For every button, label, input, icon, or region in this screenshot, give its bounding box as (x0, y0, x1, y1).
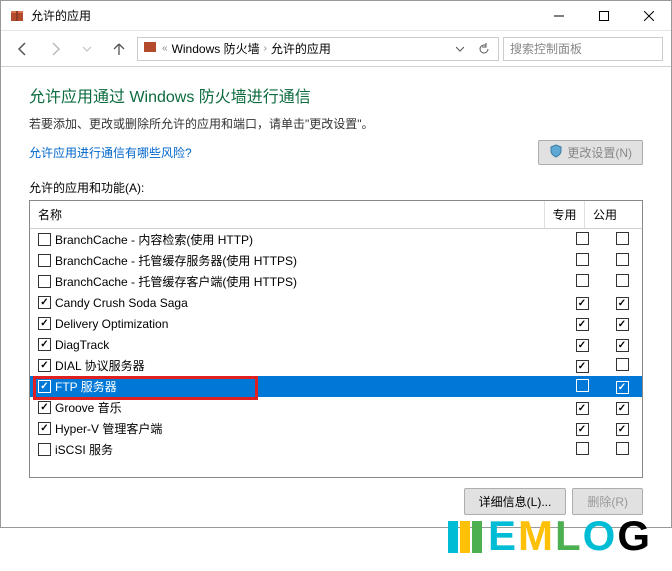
public-checkbox[interactable] (616, 402, 629, 415)
app-name: Candy Crush Soda Saga (55, 296, 188, 310)
breadcrumb-segment[interactable]: 允许的应用 (271, 40, 331, 57)
change-settings-button[interactable]: 更改设置(N) (538, 140, 643, 165)
app-name: DiagTrack (55, 338, 109, 352)
enable-checkbox[interactable] (38, 422, 51, 435)
list-item[interactable]: Hyper-V 管理客户端 (30, 418, 642, 439)
public-checkbox[interactable] (616, 358, 629, 371)
minimize-button[interactable] (536, 1, 581, 31)
app-name: Hyper-V 管理客户端 (55, 420, 162, 437)
breadcrumb-segment[interactable]: Windows 防火墙 (172, 40, 260, 57)
enable-checkbox[interactable] (38, 275, 51, 288)
enable-checkbox[interactable] (38, 401, 51, 414)
enable-checkbox[interactable] (38, 317, 51, 330)
public-checkbox[interactable] (616, 232, 629, 245)
public-checkbox[interactable] (616, 318, 629, 331)
app-name: BranchCache - 内容检索(使用 HTTP) (55, 231, 253, 248)
public-checkbox[interactable] (616, 253, 629, 266)
enable-checkbox[interactable] (38, 380, 51, 393)
list-header: 名称 专用 公用 (30, 201, 642, 229)
enable-checkbox[interactable] (38, 296, 51, 309)
enable-checkbox[interactable] (38, 443, 51, 456)
public-checkbox[interactable] (616, 339, 629, 352)
column-private[interactable]: 专用 (545, 201, 585, 228)
details-button[interactable]: 详细信息(L)... (464, 488, 567, 515)
public-checkbox[interactable] (616, 297, 629, 310)
enable-checkbox[interactable] (38, 338, 51, 351)
column-name[interactable]: 名称 (30, 201, 545, 228)
private-checkbox[interactable] (576, 402, 589, 415)
app-name: DIAL 协议服务器 (55, 357, 145, 374)
list-item[interactable]: iSCSI 服务 (30, 439, 642, 460)
risk-link[interactable]: 允许应用进行通信有哪些风险? (29, 144, 192, 161)
list-item[interactable]: FTP 服务器 (30, 376, 642, 397)
app-name: Delivery Optimization (55, 317, 168, 331)
private-checkbox[interactable] (576, 297, 589, 310)
maximize-button[interactable] (581, 1, 626, 31)
address-bar[interactable]: « Windows 防火墙 › 允许的应用 (137, 37, 499, 61)
close-button[interactable] (626, 1, 671, 31)
list-body[interactable]: BranchCache - 内容检索(使用 HTTP) BranchCache -… (30, 229, 642, 479)
list-item[interactable]: Groove 音乐 (30, 397, 642, 418)
firewall-icon (9, 8, 25, 24)
private-checkbox[interactable] (576, 360, 589, 373)
app-name: Groove 音乐 (55, 399, 122, 416)
firewall-icon (142, 39, 158, 58)
private-checkbox[interactable] (576, 442, 589, 455)
app-name: FTP 服务器 (55, 378, 117, 395)
window: 允许的应用 « Windows 防火墙 › 允许的应用 搜索控制面板 允许应用通… (0, 0, 672, 528)
recent-dropdown[interactable] (73, 35, 101, 63)
page-subtext: 若要添加、更改或删除所允许的应用和端口，请单击"更改设置"。 (29, 115, 643, 132)
list-label: 允许的应用和功能(A): (29, 179, 643, 196)
public-checkbox[interactable] (616, 381, 629, 394)
list-item[interactable]: Candy Crush Soda Saga (30, 292, 642, 313)
watermark-logo: EMLOG (448, 512, 652, 563)
app-name: iSCSI 服务 (55, 441, 113, 458)
forward-button[interactable] (41, 35, 69, 63)
column-public[interactable]: 公用 (585, 201, 625, 228)
list-item[interactable]: BranchCache - 托管缓存服务器(使用 HTTPS) (30, 250, 642, 271)
list-item[interactable]: BranchCache - 内容检索(使用 HTTP) (30, 229, 642, 250)
chevron-right-icon: › (264, 43, 267, 54)
public-checkbox[interactable] (616, 274, 629, 287)
allowed-apps-list: 名称 专用 公用 BranchCache - 内容检索(使用 HTTP)Bran… (29, 200, 643, 478)
private-checkbox[interactable] (576, 423, 589, 436)
enable-checkbox[interactable] (38, 233, 51, 246)
back-button[interactable] (9, 35, 37, 63)
private-checkbox[interactable] (576, 253, 589, 266)
public-checkbox[interactable] (616, 423, 629, 436)
search-input[interactable]: 搜索控制面板 (503, 37, 663, 61)
list-item[interactable]: DIAL 协议服务器 (30, 355, 642, 376)
remove-button[interactable]: 删除(R) (572, 488, 643, 515)
private-checkbox[interactable] (576, 339, 589, 352)
private-checkbox[interactable] (576, 232, 589, 245)
enable-checkbox[interactable] (38, 359, 51, 372)
app-name: BranchCache - 托管缓存服务器(使用 HTTPS) (55, 252, 297, 269)
page-heading: 允许应用通过 Windows 防火墙进行通信 (29, 83, 643, 107)
list-item[interactable]: DiagTrack (30, 334, 642, 355)
navbar: « Windows 防火墙 › 允许的应用 搜索控制面板 (1, 31, 671, 67)
address-dropdown[interactable] (450, 38, 470, 60)
list-item[interactable]: Delivery Optimization (30, 313, 642, 334)
list-item[interactable]: BranchCache - 托管缓存客户端(使用 HTTPS) (30, 271, 642, 292)
private-checkbox[interactable] (576, 318, 589, 331)
app-name: BranchCache - 托管缓存客户端(使用 HTTPS) (55, 273, 297, 290)
private-checkbox[interactable] (576, 379, 589, 392)
shield-icon (549, 144, 563, 161)
window-title: 允许的应用 (31, 7, 536, 24)
up-button[interactable] (105, 35, 133, 63)
titlebar: 允许的应用 (1, 1, 671, 31)
content-area: 允许应用通过 Windows 防火墙进行通信 若要添加、更改或删除所允许的应用和… (1, 67, 671, 527)
refresh-button[interactable] (474, 38, 494, 60)
enable-checkbox[interactable] (38, 254, 51, 267)
public-checkbox[interactable] (616, 442, 629, 455)
private-checkbox[interactable] (576, 274, 589, 287)
chevron-right-icon: « (162, 43, 168, 54)
